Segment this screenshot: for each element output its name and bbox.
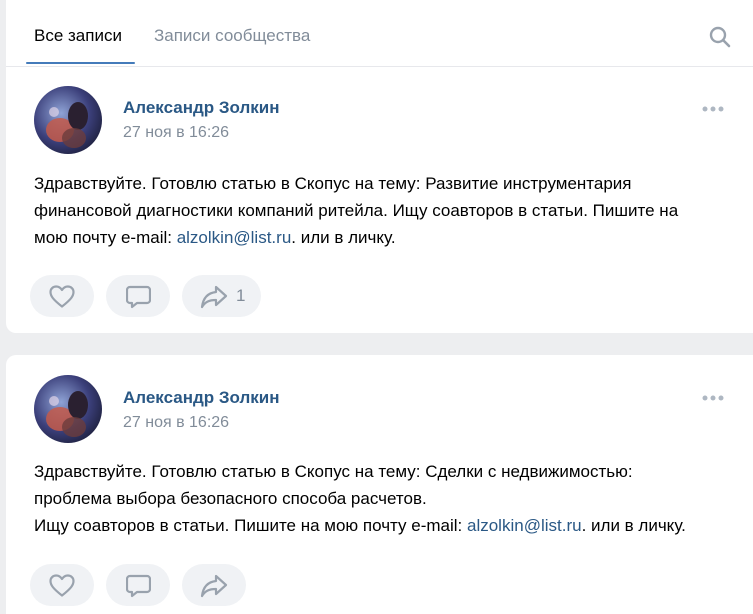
comment-button[interactable] [106, 564, 170, 606]
author-name[interactable]: Александр Золкин [123, 98, 280, 118]
share-button[interactable] [182, 564, 246, 606]
share-count: 1 [236, 286, 246, 305]
post-text-line: Ищу соавторов в статьи. Пишите на мою по… [34, 512, 734, 539]
avatar[interactable] [34, 375, 102, 443]
share-button[interactable]: 1 [182, 275, 261, 317]
heart-icon [49, 285, 75, 308]
more-dots-icon[interactable] [702, 104, 724, 114]
share-arrow-icon [200, 574, 228, 598]
post-text-line: Здравствуйте. Готовлю статью в Скопус на… [34, 174, 632, 193]
post-text-fragment: Ищу соавторов в статьи. Пишите на мою по… [34, 516, 467, 535]
post-text-line: мою почту e-mail: alzolkin@list.ru. или … [34, 224, 734, 251]
post-text-fragment: . или в личку. [291, 228, 396, 247]
share-arrow-icon [200, 285, 228, 309]
post-card: Александр Золкин 27 ноя в 16:26 Здравств… [6, 67, 753, 333]
post-text-line: проблема выбора безопасного способа расч… [34, 489, 427, 508]
post-text-line: Здравствуйте. Готовлю статью в Скопус на… [34, 462, 633, 481]
avatar-image [34, 375, 102, 443]
search-icon[interactable] [709, 26, 731, 48]
post-text: Здравствуйте. Готовлю статью в Скопус на… [34, 458, 734, 539]
comment-button[interactable] [106, 275, 170, 317]
tab-community-posts[interactable]: Записи сообщества [154, 26, 310, 46]
email-link[interactable]: alzolkin@list.ru [177, 228, 292, 247]
comment-icon [126, 574, 151, 598]
email-link[interactable]: alzolkin@list.ru [467, 516, 582, 535]
post-date[interactable]: 27 ноя в 16:26 [123, 413, 229, 433]
like-button[interactable] [30, 275, 94, 317]
heart-icon [49, 574, 75, 597]
comment-icon [126, 285, 151, 309]
post-date[interactable]: 27 ноя в 16:26 [123, 123, 229, 143]
post-text-line: финансовой диагностики компаний ритейла.… [34, 201, 679, 220]
more-dots-icon[interactable] [702, 393, 724, 403]
post-text: Здравствуйте. Готовлю статью в Скопус на… [34, 170, 734, 251]
author-name[interactable]: Александр Золкин [123, 388, 280, 408]
tab-all-posts[interactable]: Все записи [34, 26, 122, 46]
post-card: Александр Золкин 27 ноя в 16:26 Здравств… [6, 355, 753, 614]
post-text-fragment: мою почту e-mail: [34, 228, 177, 247]
post-text-fragment: . или в личку. [581, 516, 686, 535]
active-tab-indicator [26, 62, 135, 64]
tabs-header: Все записи Записи сообщества [6, 0, 753, 67]
avatar[interactable] [34, 86, 102, 154]
like-button[interactable] [30, 564, 94, 606]
avatar-image [34, 86, 102, 154]
